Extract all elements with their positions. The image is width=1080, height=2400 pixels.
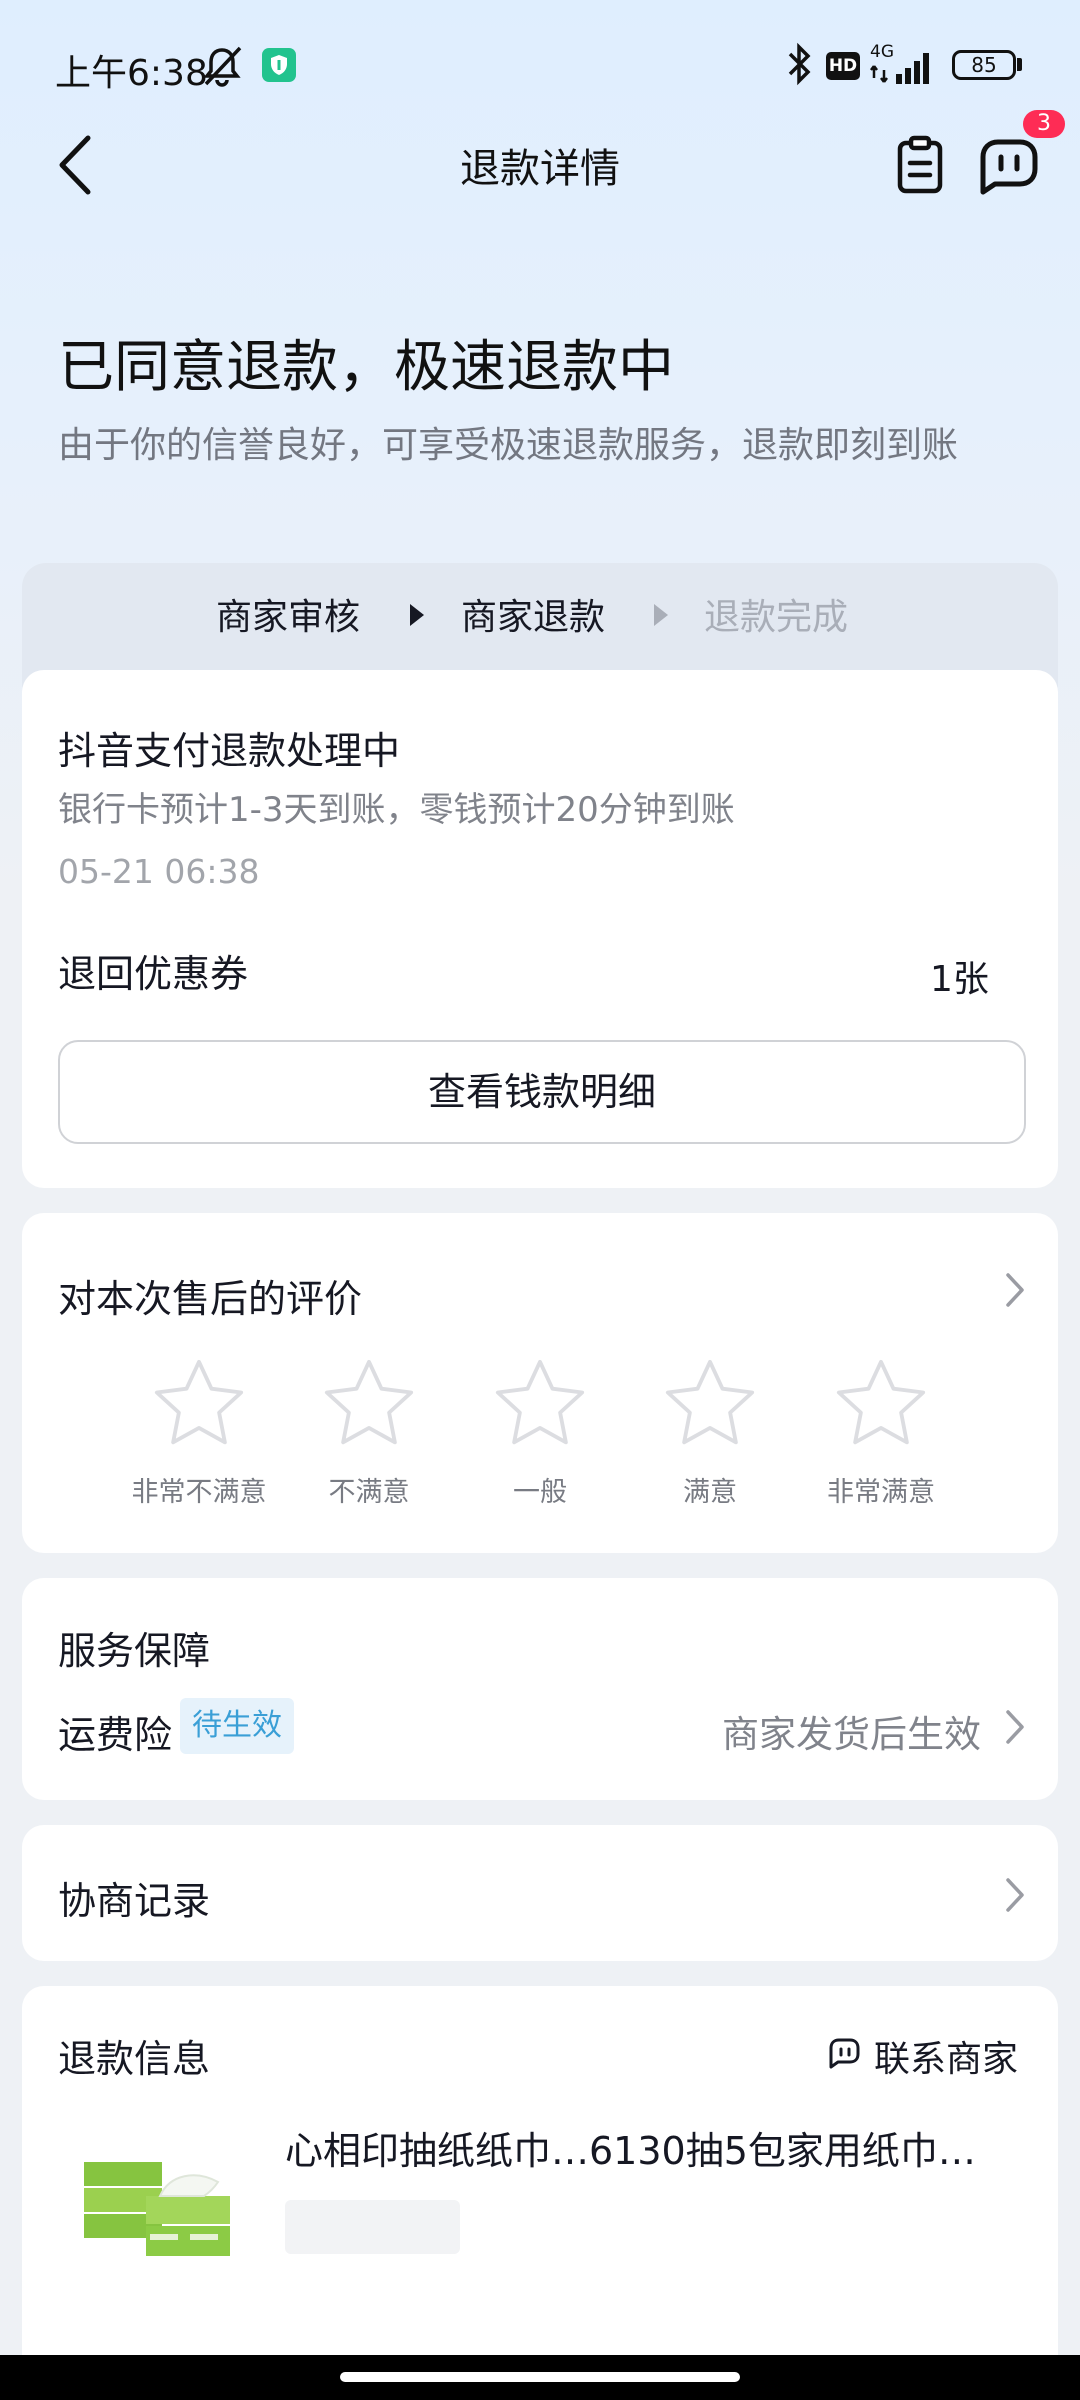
product-thumbnail[interactable] xyxy=(80,2138,240,2270)
rating-option-label[interactable]: 不满意 xyxy=(269,1470,469,1509)
coupon-return-count: 1张 xyxy=(930,959,989,1000)
rating-option-label[interactable]: 非常满意 xyxy=(781,1470,981,1509)
product-spec-tag xyxy=(285,2200,460,2254)
customer-service-icon[interactable] xyxy=(975,135,1040,195)
star-rating-2-icon[interactable] xyxy=(321,1358,417,1450)
step-merchant-refund: 商家退款 xyxy=(461,597,606,638)
coupon-return-label: 退回优惠券 xyxy=(58,952,249,996)
rating-option-label[interactable]: 满意 xyxy=(610,1470,810,1509)
order-list-icon[interactable] xyxy=(890,135,950,195)
chat-icon[interactable] xyxy=(826,2036,862,2072)
refund-eta-text: 银行卡预计1-3天到账，零钱预计20分钟到账 xyxy=(58,790,735,830)
status-time: 上午6:38 xyxy=(55,53,208,94)
battery-tip xyxy=(1017,58,1022,71)
star-rating-5-icon[interactable] xyxy=(833,1358,929,1450)
product-title[interactable]: 心相印抽纸纸巾…6130抽5包家用纸巾… xyxy=(285,2120,1005,2175)
home-indicator[interactable] xyxy=(340,2372,740,2382)
status-badge: 待生效 xyxy=(180,1698,294,1754)
star-rating-4-icon[interactable] xyxy=(662,1358,758,1450)
hd-voice-icon: HD xyxy=(826,52,860,80)
step-refund-complete: 退款完成 xyxy=(704,597,849,638)
step-merchant-review: 商家审核 xyxy=(216,597,361,638)
step-arrow-icon xyxy=(654,604,668,626)
refund-info-title: 退款信息 xyxy=(58,2037,211,2081)
signal-icon: 4G xyxy=(870,42,936,88)
step-arrow-icon xyxy=(410,604,424,626)
star-rating-3-icon[interactable] xyxy=(492,1358,588,1450)
shipping-insurance-label: 运费险 xyxy=(58,1713,173,1757)
chevron-right-icon[interactable] xyxy=(1004,1708,1026,1746)
refund-status-subtitle: 由于你的信誉良好，可享受极速退款服务，退款即刻到账 xyxy=(58,425,959,466)
chevron-right-icon[interactable] xyxy=(1004,1271,1026,1309)
security-shield-icon xyxy=(262,48,296,82)
star-rating-1-icon[interactable] xyxy=(151,1358,247,1450)
bluetooth-icon xyxy=(788,42,811,86)
payment-refund-status: 抖音支付退款处理中 xyxy=(58,729,401,773)
rating-title: 对本次售后的评价 xyxy=(58,1277,363,1321)
service-guarantee-title: 服务保障 xyxy=(58,1629,211,1673)
notification-badge: 3 xyxy=(1023,110,1065,138)
mute-icon xyxy=(203,46,242,87)
battery-indicator: 85 xyxy=(952,50,1016,80)
refund-timestamp: 05-21 06:38 xyxy=(58,852,260,891)
view-payment-details-button[interactable]: 查看钱款明细 xyxy=(58,1040,1026,1144)
insurance-status-text[interactable]: 商家发货后生效 xyxy=(722,1704,981,1758)
chevron-right-icon[interactable] xyxy=(1004,1876,1026,1914)
contact-merchant-button[interactable]: 联系商家 xyxy=(874,2030,1018,2082)
status-bar: 上午6:38 HD 4G 85 xyxy=(0,0,1080,130)
refund-status-title: 已同意退款，极速退款中 xyxy=(58,335,674,400)
negotiation-record-title: 协商记录 xyxy=(58,1879,211,1923)
service-guarantee-card xyxy=(22,1578,1058,1800)
